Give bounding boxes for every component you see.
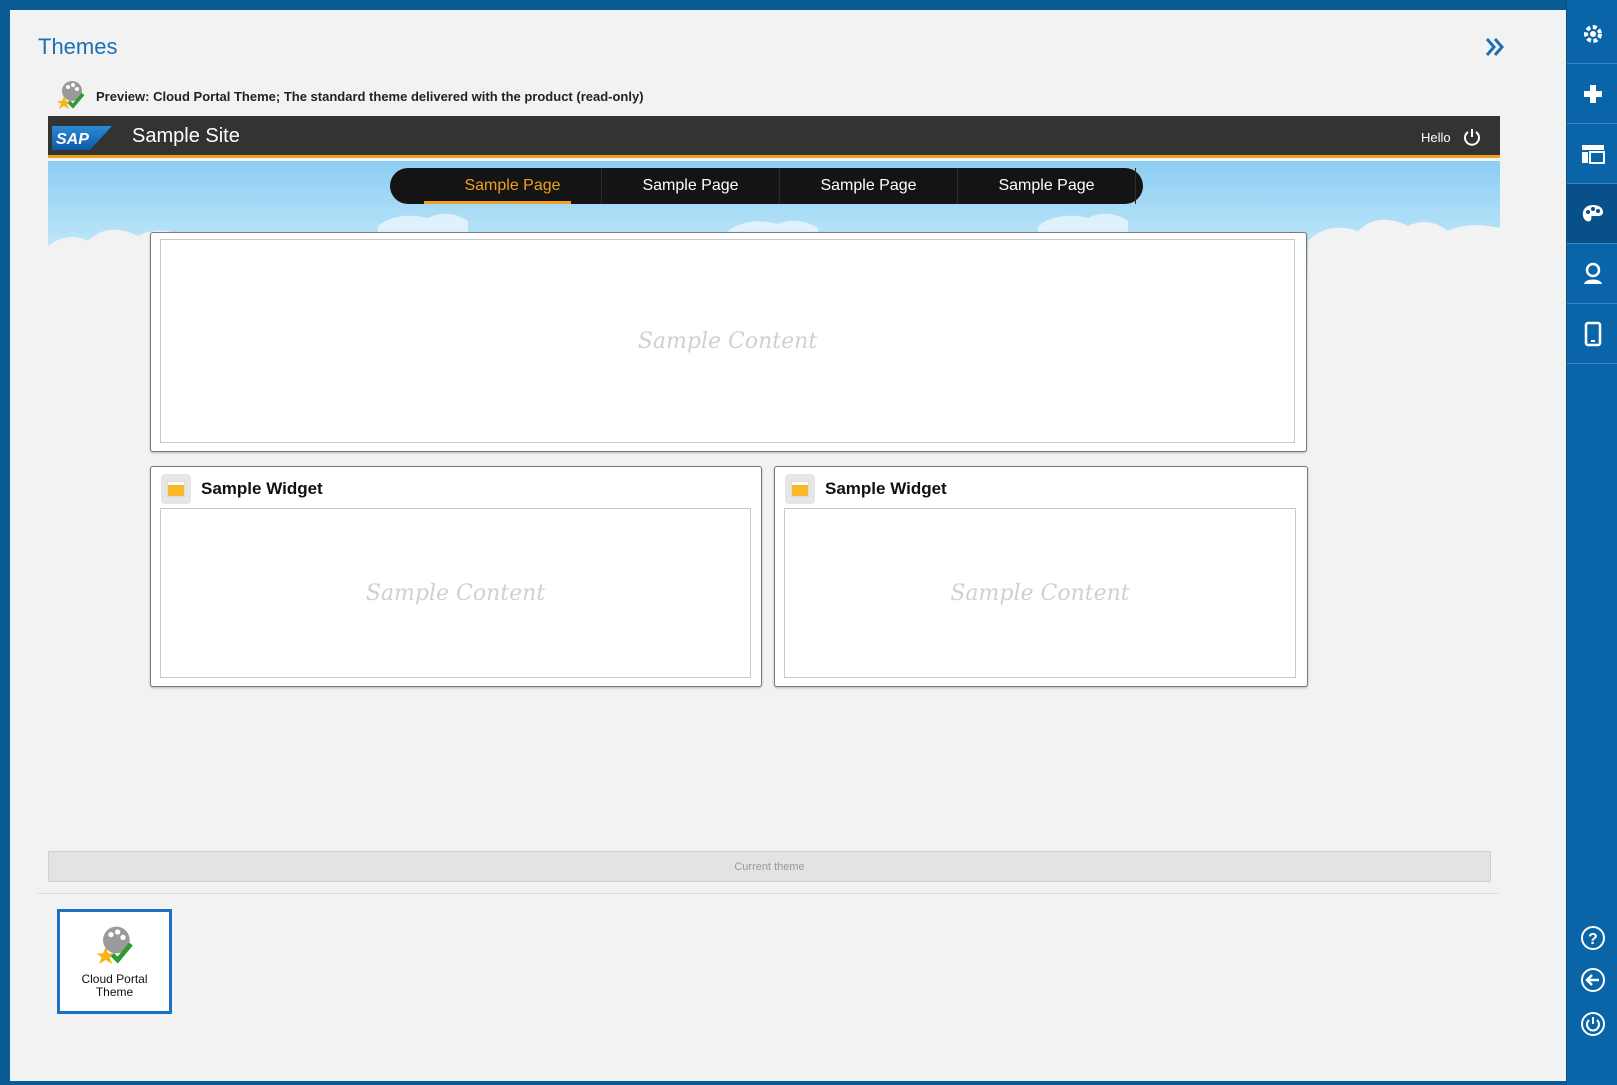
page-layout-icon[interactable] <box>1567 124 1617 184</box>
sample-widget-1: Sample Widget Sample Content <box>150 466 762 687</box>
back-icon[interactable] <box>1567 960 1617 1000</box>
page-title: Themes <box>38 34 118 59</box>
nav-item-1[interactable]: Sample Page <box>424 168 602 204</box>
site-navigation: Sample Page Sample Page Sample Page Samp… <box>390 168 1143 204</box>
widget-content-area: Sample Content <box>160 508 751 678</box>
svg-text:?: ? <box>1588 931 1598 948</box>
divider <box>38 893 1498 894</box>
main-content-area: Sample Content <box>160 239 1295 443</box>
preview-description: Preview: Cloud Portal Theme; The standar… <box>96 88 644 104</box>
site-title: Sample Site <box>132 125 240 147</box>
widget-title: Sample Widget <box>201 479 323 498</box>
power-icon[interactable] <box>1567 1004 1617 1044</box>
site-header: SAP Sample Site Hello <box>48 116 1500 158</box>
nav-item-4[interactable]: Sample Page <box>958 168 1136 204</box>
widget-content-area: Sample Content <box>784 508 1296 678</box>
sample-widget-2: Sample Widget Sample Content <box>774 466 1308 687</box>
mobile-icon[interactable] <box>1567 304 1617 364</box>
sample-content-text: Sample Content <box>950 580 1130 606</box>
double-chevron-right-icon[interactable] <box>1482 34 1512 64</box>
sample-content-text: Sample Content <box>365 580 546 606</box>
plus-icon[interactable] <box>1567 64 1617 124</box>
main-content-panel: Sample Content <box>150 232 1307 452</box>
palette-icon[interactable] <box>1567 184 1617 244</box>
theme-tile-cloud-portal[interactable]: Cloud Portal Theme <box>57 909 172 1014</box>
widget-icon <box>785 474 815 504</box>
themes-workspace: Themes Preview: Cloud Portal Theme; The … <box>10 10 1566 1081</box>
widget-header: Sample Widget <box>161 474 323 504</box>
nav-item-3[interactable]: Sample Page <box>780 168 958 204</box>
power-icon[interactable] <box>1461 126 1483 148</box>
theme-palette-icon <box>93 924 137 969</box>
theme-palette-icon <box>56 79 86 114</box>
right-sidebar: ? <box>1566 0 1617 1085</box>
current-theme-bar: Current theme <box>48 851 1491 882</box>
preview-info: Preview: Cloud Portal Theme; The standar… <box>56 80 644 112</box>
widget-icon <box>161 474 191 504</box>
nav-item-2[interactable]: Sample Page <box>602 168 780 204</box>
user-greeting: Hello <box>1421 130 1451 145</box>
sap-logo: SAP <box>52 126 112 150</box>
site-preview: SAP Sample Site Hello Sample Page Sample… <box>48 116 1500 858</box>
user-icon[interactable] <box>1567 244 1617 304</box>
svg-text:SAP: SAP <box>56 131 89 148</box>
theme-tile-label: Cloud Portal Theme <box>81 972 148 999</box>
help-icon[interactable]: ? <box>1567 918 1617 958</box>
sample-content-text: Sample Content <box>637 328 818 354</box>
gear-icon[interactable] <box>1567 4 1617 64</box>
widget-header: Sample Widget <box>785 474 947 504</box>
widget-title: Sample Widget <box>825 479 947 498</box>
